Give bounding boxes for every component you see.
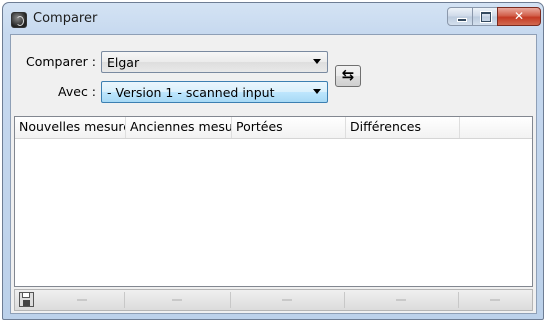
close-icon: ✕ (513, 9, 525, 23)
differences-list[interactable]: Nouvelles mesures Anciennes mesures Port… (14, 116, 533, 287)
comparer-value: Elgar (107, 55, 140, 70)
column-header-staves[interactable]: Portées (232, 117, 346, 138)
avec-value: - Version 1 - scanned input (107, 85, 275, 100)
compare-window: Comparer ✕ Comparer : Elgar Avec : - Ver… (2, 2, 544, 320)
status-cell (39, 292, 125, 308)
column-header-old-measures[interactable]: Anciennes mesures (126, 117, 232, 138)
swap-button[interactable]: ⇆ (335, 65, 361, 87)
swap-arrows-icon: ⇆ (341, 66, 355, 84)
save-icon[interactable] (19, 292, 34, 307)
maximize-icon (480, 11, 492, 23)
comparer-label: Comparer : (25, 54, 96, 69)
status-cell (230, 292, 345, 308)
minimize-button[interactable] (447, 7, 473, 26)
status-cell (458, 292, 532, 308)
comparer-dropdown[interactable]: Elgar (101, 51, 328, 73)
status-cell (344, 292, 459, 308)
maximize-button[interactable] (472, 7, 498, 26)
minimize-icon (457, 18, 467, 22)
list-header: Nouvelles mesures Anciennes mesures Port… (15, 117, 532, 139)
status-bar (14, 289, 533, 311)
title-bar[interactable]: Comparer ✕ (3, 3, 543, 33)
chevron-down-icon (313, 59, 321, 64)
avec-dropdown[interactable]: - Version 1 - scanned input (101, 81, 328, 103)
chevron-down-icon (313, 89, 321, 94)
column-header-differences[interactable]: Différences (346, 117, 460, 138)
column-header-new-measures[interactable]: Nouvelles mesures (15, 117, 126, 138)
column-header-empty (460, 117, 532, 138)
avec-label: Avec : (58, 84, 96, 99)
dialog-body: Comparer : Elgar Avec : - Version 1 - sc… (10, 34, 537, 314)
app-logo-icon (11, 12, 27, 28)
window-title: Comparer (33, 11, 98, 26)
status-cell (124, 292, 231, 308)
close-button[interactable]: ✕ (497, 7, 541, 26)
